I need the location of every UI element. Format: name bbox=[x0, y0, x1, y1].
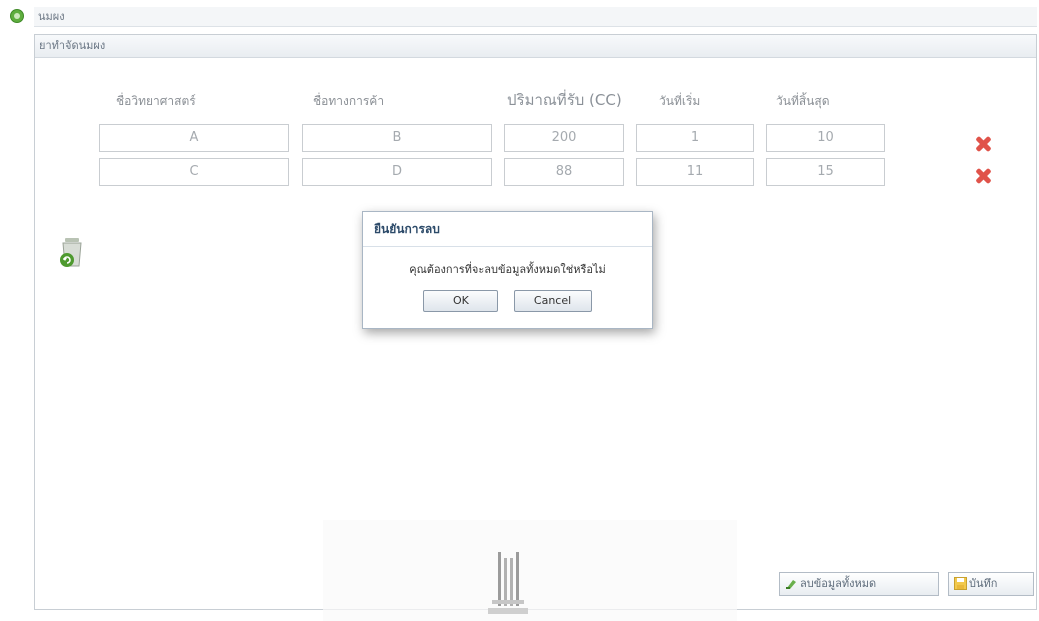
app-icon bbox=[10, 9, 24, 23]
dialog-button-row: OK Cancel bbox=[363, 290, 652, 312]
delete-all-icon bbox=[786, 580, 796, 589]
row-1-delete-icon[interactable] bbox=[975, 136, 991, 152]
dialog-title: ยืนยันการลบ bbox=[363, 212, 652, 247]
row-1-end-date-input[interactable]: 10 bbox=[766, 124, 885, 152]
dialog-message: คุณต้องการที่จะลบข้อมูลทั้งหมดใช่หรือไม่ bbox=[409, 263, 606, 276]
row-1-start-date-input[interactable]: 1 bbox=[636, 124, 754, 152]
delete-all-button[interactable]: ลบข้อมูลทั้งหมด bbox=[779, 572, 939, 596]
column-header-trade-name: ชื่อทางการค้า bbox=[313, 94, 385, 108]
delete-all-label: ลบข้อมูลทั้งหมด bbox=[800, 577, 877, 590]
window-title: นมผง bbox=[34, 7, 1037, 27]
row-1-amount-input[interactable]: 200 bbox=[504, 124, 624, 152]
row-2-trade-name-input[interactable]: D bbox=[302, 158, 492, 186]
column-header-amount: ปริมาณที่รับ (CC) bbox=[507, 91, 622, 109]
save-label: บันทึก bbox=[969, 577, 998, 590]
save-button[interactable]: บันทึก bbox=[948, 572, 1034, 596]
column-header-start-date: วันที่เริ่ม bbox=[659, 94, 701, 108]
row-2-end-date-input[interactable]: 15 bbox=[766, 158, 885, 186]
row-2-amount-input[interactable]: 88 bbox=[504, 158, 624, 186]
row-1-scientific-name-input[interactable]: A bbox=[99, 124, 289, 152]
watermark-logo bbox=[488, 552, 528, 614]
row-2-scientific-name-input[interactable]: C bbox=[99, 158, 289, 186]
confirm-delete-dialog: ยืนยันการลบ คุณต้องการที่จะลบข้อมูลทั้งห… bbox=[362, 211, 653, 329]
row-2-start-date-input[interactable]: 11 bbox=[636, 158, 754, 186]
cancel-button[interactable]: Cancel bbox=[513, 290, 592, 312]
ok-button[interactable]: OK bbox=[423, 290, 499, 312]
row-1-trade-name-input[interactable]: B bbox=[302, 124, 492, 152]
page: นมผง ยาทำจัดนมผง ชื่อวิทยาศาสตร์ ชื่อทาง… bbox=[0, 0, 1039, 621]
recycle-icon[interactable] bbox=[56, 236, 86, 270]
row-2-delete-icon[interactable] bbox=[975, 168, 991, 184]
panel-header: ยาทำจัดนมผง bbox=[35, 35, 1036, 58]
column-header-scientific-name: ชื่อวิทยาศาสตร์ bbox=[116, 94, 196, 108]
save-icon bbox=[954, 577, 967, 590]
column-header-end-date: วันที่สิ้นสุด bbox=[776, 94, 830, 108]
